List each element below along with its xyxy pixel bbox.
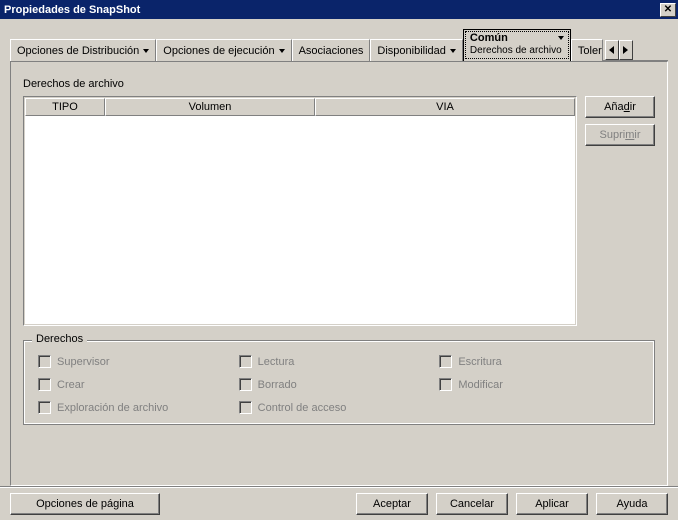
checkbox-icon [38, 401, 51, 414]
button-label: Ayuda [617, 498, 648, 510]
checkbox-icon [38, 378, 51, 391]
tab-strip: Opciones de Distribución Opciones de eje… [10, 29, 668, 61]
tab-label: Asociaciones [299, 45, 364, 57]
file-rights-area: TIPO Volumen VIA Añadir Suprimir [23, 96, 655, 326]
chevron-down-icon [558, 36, 564, 40]
delete-button: Suprimir [585, 124, 655, 146]
tab-panel: Derechos de archivo TIPO Volumen VIA Aña… [10, 61, 668, 486]
window-title: Propiedades de SnapShot [4, 4, 660, 16]
page-options-button[interactable]: Opciones de página [10, 493, 160, 515]
check-modificar: Modificar [439, 378, 640, 391]
checkbox-icon [239, 401, 252, 414]
tab-label: Opciones de ejecución [163, 45, 274, 57]
checkbox-icon [239, 355, 252, 368]
check-crear: Crear [38, 378, 239, 391]
button-label: Aceptar [373, 498, 411, 510]
tab-label: Tolera [578, 45, 603, 57]
check-lectura: Lectura [239, 355, 440, 368]
client-area: Opciones de Distribución Opciones de eje… [0, 19, 678, 486]
checkbox-icon [439, 378, 452, 391]
groupbox-legend: Derechos [32, 333, 87, 345]
tab-tolerance[interactable]: Tolera [571, 39, 603, 61]
help-button[interactable]: Ayuda [596, 493, 668, 515]
ok-button[interactable]: Aceptar [356, 493, 428, 515]
check-label: Exploración de archivo [57, 402, 168, 414]
check-escritura: Escritura [439, 355, 640, 368]
tab-label: Opciones de Distribución [17, 45, 139, 57]
chevron-down-icon [143, 49, 149, 53]
tab-label: Disponibilidad [377, 45, 446, 57]
rights-grid: Supervisor Lectura Escritura Crear Borra… [38, 355, 640, 414]
column-header-volumen[interactable]: Volumen [105, 98, 315, 116]
triangle-right-icon [623, 46, 628, 54]
tab-scroll-right[interactable] [619, 40, 633, 60]
button-label: Cancelar [450, 498, 494, 510]
section-label: Derechos de archivo [23, 78, 655, 90]
table-body[interactable] [25, 116, 575, 324]
chevron-down-icon [450, 49, 456, 53]
column-header-tipo[interactable]: TIPO [25, 98, 105, 116]
titlebar: Propiedades de SnapShot ✕ [0, 0, 678, 19]
checkbox-icon [239, 378, 252, 391]
tab-execution-options[interactable]: Opciones de ejecución [156, 39, 291, 61]
check-supervisor: Supervisor [38, 355, 239, 368]
button-label: Aplicar [535, 498, 569, 510]
check-borrado: Borrado [239, 378, 440, 391]
checkbox-icon [38, 355, 51, 368]
table-side-buttons: Añadir Suprimir [585, 96, 655, 326]
column-header-via[interactable]: VIA [315, 98, 575, 116]
rights-groupbox: Derechos Supervisor Lectura Escritura Cr… [23, 340, 655, 425]
check-exploracion: Exploración de archivo [38, 401, 239, 414]
check-label: Modificar [458, 379, 503, 391]
file-rights-table: TIPO Volumen VIA [23, 96, 577, 326]
button-label: Opciones de página [36, 498, 134, 510]
tab-scroll-buttons [605, 39, 633, 61]
tab-availability[interactable]: Disponibilidad [370, 39, 463, 61]
tab-scroll-left[interactable] [605, 40, 619, 60]
check-control-acceso: Control de acceso [239, 401, 440, 414]
tab-distribution-options[interactable]: Opciones de Distribución [10, 39, 156, 61]
apply-button[interactable]: Aplicar [516, 493, 588, 515]
table-header-row: TIPO Volumen VIA [25, 98, 575, 116]
tab-label: Común [470, 32, 508, 44]
close-button[interactable]: ✕ [660, 3, 676, 17]
tab-sublabel: Derechos de archivo [470, 45, 564, 56]
triangle-left-icon [609, 46, 614, 54]
dialog-button-bar: Opciones de página Aceptar Cancelar Apli… [0, 486, 678, 520]
check-label: Borrado [258, 379, 297, 391]
check-label: Supervisor [57, 356, 110, 368]
tab-associations[interactable]: Asociaciones [292, 39, 371, 61]
add-button[interactable]: Añadir [585, 96, 655, 118]
checkbox-icon [439, 355, 452, 368]
chevron-down-icon [279, 49, 285, 53]
check-label: Lectura [258, 356, 295, 368]
check-label: Control de acceso [258, 402, 347, 414]
cancel-button[interactable]: Cancelar [436, 493, 508, 515]
check-label: Crear [57, 379, 85, 391]
tab-common[interactable]: Común Derechos de archivo [463, 29, 571, 61]
check-label: Escritura [458, 356, 501, 368]
